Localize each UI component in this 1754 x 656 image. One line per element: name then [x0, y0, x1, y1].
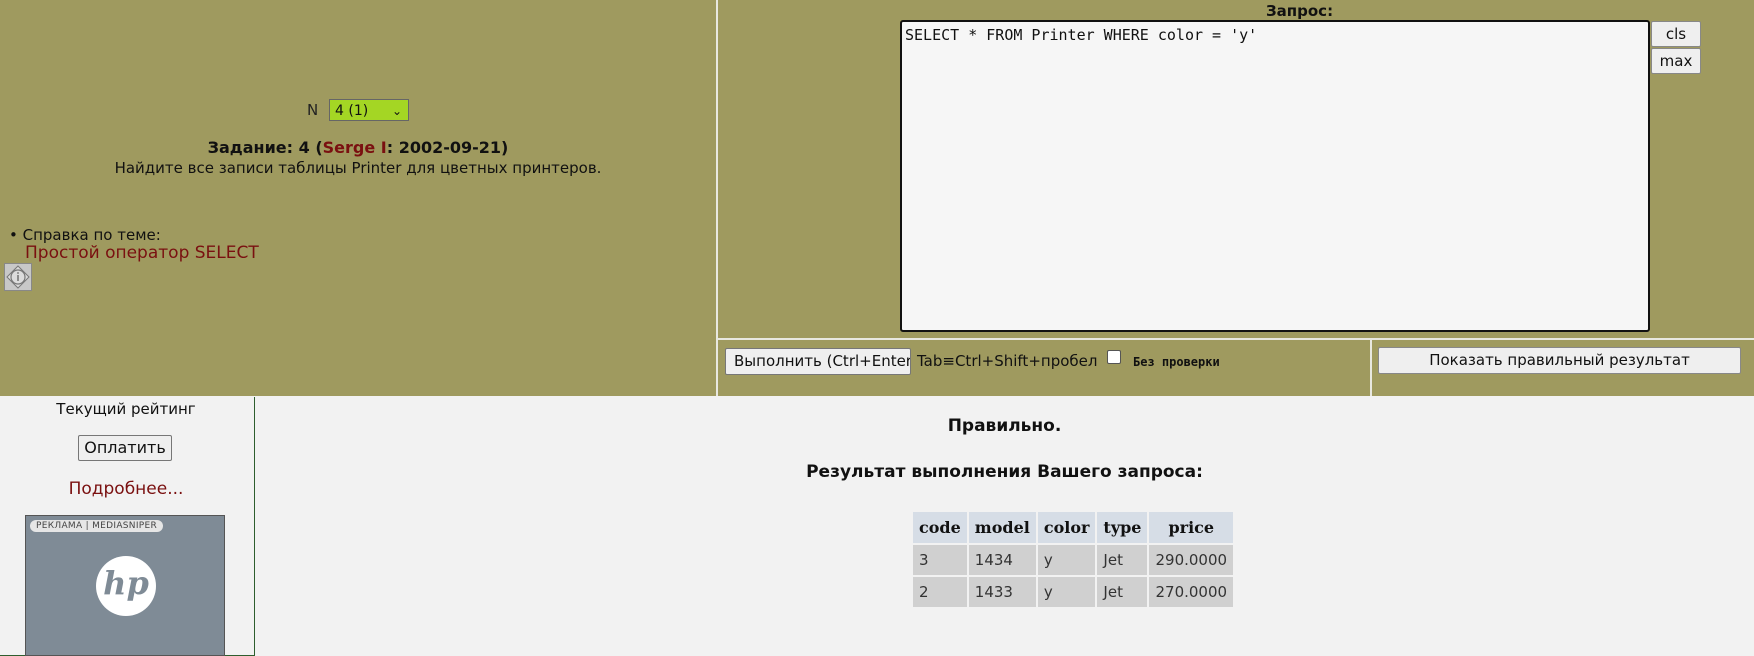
task-description: Найдите все записи таблицы Printer для ц…	[114, 159, 602, 177]
column-header: code	[913, 512, 967, 543]
info-icon[interactable]	[4, 263, 32, 291]
task-title: Задание: 4 (Serge I: 2002-09-21)	[0, 138, 716, 157]
table-cell: Jet	[1097, 545, 1148, 575]
column-header: price	[1149, 512, 1234, 543]
show-correct-result-button[interactable]: Показать правильный результат	[1378, 347, 1741, 374]
no-check-label: Без проверки	[1133, 355, 1220, 369]
table-cell: y	[1037, 577, 1096, 607]
result-title: Результат выполнения Вашего запроса:	[806, 462, 1203, 482]
column-header: type	[1097, 512, 1148, 543]
pay-button[interactable]: Оплатить	[78, 435, 172, 461]
query-textarea[interactable]: SELECT * FROM Printer WHERE color = 'y'	[900, 20, 1650, 332]
result-status: Правильно.	[947, 416, 1062, 436]
hp-logo-icon: hp	[96, 556, 156, 616]
cls-button[interactable]: cls	[1651, 21, 1701, 47]
column-header: color	[1037, 512, 1096, 543]
task-prefix: Задание: 4 (	[207, 138, 323, 157]
rating-label: Текущий рейтинг	[56, 400, 196, 418]
ad-banner[interactable]: РЕКЛАМА | MEDIASNIPER hp	[25, 515, 225, 656]
table-cell: 1433	[968, 577, 1036, 607]
table-cell: 270.0000	[1149, 577, 1234, 607]
table-header-row: code model color type price	[913, 512, 1234, 543]
ad-tag: РЕКЛАМА | MEDIASNIPER	[30, 520, 164, 532]
column-header: model	[968, 512, 1036, 543]
controls-divider	[1370, 338, 1372, 396]
chevron-down-icon: ⌄	[391, 104, 402, 118]
query-label: Запрос:	[1266, 2, 1334, 20]
table-cell: y	[1037, 545, 1096, 575]
table-row: 2 1433 y Jet 270.0000	[913, 577, 1234, 607]
horizontal-divider	[716, 338, 1754, 340]
task-selector-row: N 4 (1) ⌄	[0, 99, 716, 121]
help-label: • Справка по теме:	[9, 226, 161, 244]
more-link[interactable]: Подробнее...	[0, 479, 252, 499]
task-number-value: 4 (1)	[335, 103, 369, 119]
table-cell: 2	[913, 577, 967, 607]
task-number-label: N	[306, 101, 319, 119]
table-cell: 290.0000	[1149, 545, 1234, 575]
result-table: code model color type price 3 1434 y Jet…	[911, 510, 1235, 609]
table-cell: 1434	[968, 545, 1036, 575]
task-suffix: : 2002-09-21)	[386, 138, 509, 157]
execute-button[interactable]: Выполнить (Ctrl+Enter)	[725, 348, 911, 375]
hp-logo-text: hp	[103, 564, 149, 602]
tab-hint: Tab≡Ctrl+Shift+пробел	[917, 352, 1098, 370]
max-button[interactable]: max	[1651, 48, 1701, 74]
table-cell: 3	[913, 545, 967, 575]
no-check-checkbox[interactable]	[1107, 350, 1121, 364]
task-number-select[interactable]: 4 (1) ⌄	[329, 99, 409, 121]
task-author: Serge I	[322, 138, 387, 157]
table-row: 3 1434 y Jet 290.0000	[913, 545, 1234, 575]
vertical-divider	[716, 0, 718, 396]
table-cell: Jet	[1097, 577, 1148, 607]
help-link-select[interactable]: Простой оператор SELECT	[25, 243, 259, 263]
